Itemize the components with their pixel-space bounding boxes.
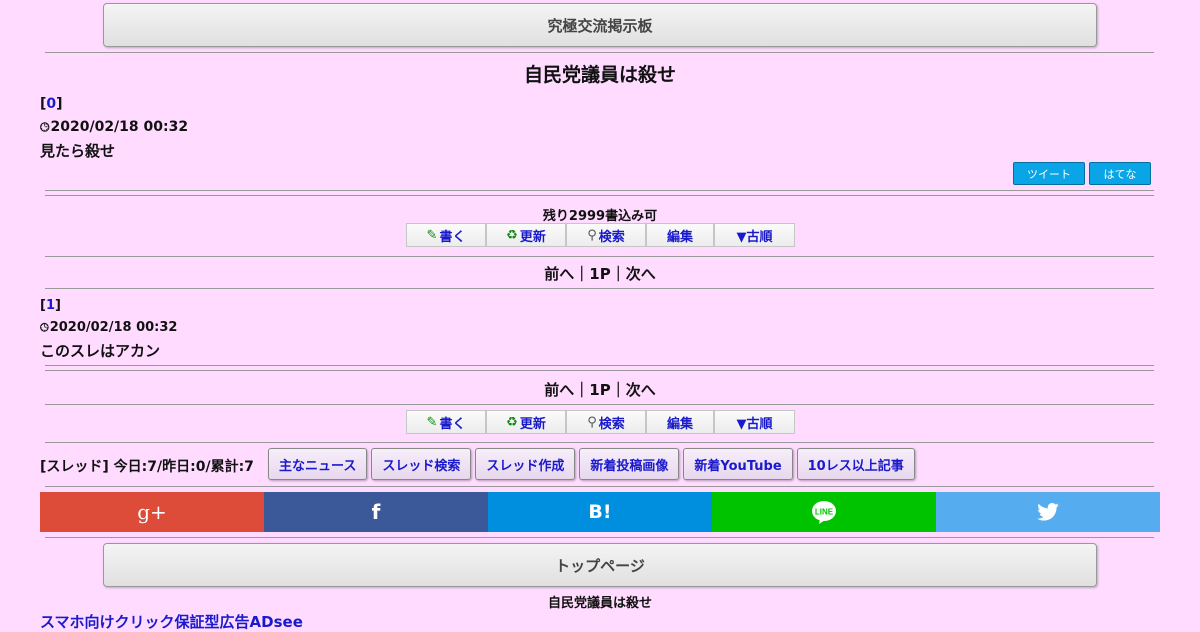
- search-button[interactable]: ⚲ 検索: [566, 223, 646, 247]
- pencil-icon: ✎: [426, 414, 438, 430]
- remaining-count: 残り2999書込み可: [542, 209, 658, 224]
- post-0-date: 🕒︎ 2020/02/18 00:32: [40, 119, 188, 135]
- facebook-icon: f: [371, 500, 381, 524]
- refresh-icon: ♻: [506, 227, 518, 243]
- pager-sep: ｜: [610, 381, 626, 399]
- google-plus-icon: g+: [137, 500, 167, 524]
- pager-sep: ｜: [574, 265, 590, 283]
- pager-next-link[interactable]: 次へ: [626, 381, 656, 399]
- twitter-share[interactable]: [936, 492, 1160, 532]
- divider: [45, 537, 1154, 538]
- nav-thread-create[interactable]: スレッド作成: [475, 448, 576, 480]
- post-1-date-text: 2020/02/18 00:32: [49, 320, 178, 335]
- nav-new-youtube[interactable]: 新着YouTube: [683, 448, 793, 480]
- footer-thread-title: 自民党議員は殺せ: [547, 596, 652, 611]
- refresh-label: 更新: [519, 229, 546, 245]
- divider: [45, 52, 1154, 53]
- refresh-label: 更新: [519, 416, 546, 432]
- toolbar-bottom: ✎ 書く ♻ 更新 ⚲ 検索 編集 ▼古順: [406, 410, 795, 436]
- divider: [45, 288, 1154, 289]
- tweet-button[interactable]: ツイート: [1013, 162, 1085, 185]
- post-1-number: [1]: [40, 298, 61, 313]
- write-label: 書く: [439, 229, 466, 245]
- refresh-icon: ♻: [506, 414, 518, 430]
- clock-icon: 🕒︎: [40, 320, 49, 334]
- top-page-button[interactable]: トップページ: [103, 543, 1097, 587]
- pencil-icon: ✎: [426, 227, 438, 243]
- nav-tabs: 主なニュース スレッド検索 スレッド作成 新着投稿画像 新着YouTube 10…: [268, 448, 915, 480]
- post-1-date: 🕒︎ 2020/02/18 00:32: [40, 320, 177, 335]
- post-0-number-link[interactable]: 0: [46, 96, 56, 112]
- toolbar-top: ✎ 書く ♻ 更新 ⚲ 検索 編集 ▼古順: [406, 223, 795, 249]
- clock-icon: 🕒︎: [40, 119, 50, 134]
- facebook-share[interactable]: f: [264, 492, 488, 532]
- sort-old-button[interactable]: ▼古順: [714, 410, 795, 434]
- pager-bottom: 前へ｜1P｜次へ: [0, 379, 1200, 400]
- hatena-bookmark-icon: B!: [588, 501, 612, 523]
- ad-link[interactable]: スマホ向けクリック保証型広告ADsee: [40, 611, 303, 632]
- pager-sep: ｜: [574, 381, 590, 399]
- social-share-bar: g+ f B! LINE: [40, 492, 1160, 532]
- svg-text:LINE: LINE: [815, 508, 834, 517]
- board-title-button[interactable]: 究極交流掲示板: [103, 3, 1097, 47]
- write-label: 書く: [439, 416, 466, 432]
- hatena-button[interactable]: はてな: [1089, 162, 1151, 185]
- pager-page: 1P: [589, 265, 611, 283]
- edit-button[interactable]: 編集: [646, 410, 714, 434]
- page: 究極交流掲示板 自民党議員は殺せ [0] 🕒︎ 2020/02/18 00:32…: [0, 0, 1200, 632]
- nav-main-news[interactable]: 主なニュース: [268, 448, 368, 480]
- pager-prev-link[interactable]: 前へ: [544, 265, 574, 283]
- google-plus-share[interactable]: g+: [40, 492, 264, 532]
- edit-button[interactable]: 編集: [646, 223, 714, 247]
- line-share[interactable]: LINE: [712, 492, 936, 532]
- pager-page: 1P: [589, 381, 611, 399]
- refresh-button[interactable]: ♻ 更新: [486, 410, 566, 434]
- post-0-number: [0]: [40, 96, 63, 112]
- search-icon: ⚲: [587, 227, 597, 243]
- refresh-button[interactable]: ♻ 更新: [486, 223, 566, 247]
- sort-old-button[interactable]: ▼古順: [714, 223, 795, 247]
- divider: [45, 404, 1154, 405]
- pager-sep: ｜: [610, 265, 626, 283]
- post-1-body: このスレはアカン: [40, 342, 161, 360]
- divider: [45, 442, 1154, 443]
- search-icon: ⚲: [587, 414, 597, 430]
- hatena-share[interactable]: B!: [488, 492, 712, 532]
- search-button[interactable]: ⚲ 検索: [566, 410, 646, 434]
- divider: [45, 256, 1154, 257]
- nav-10-replies[interactable]: 10レス以上記事: [796, 448, 915, 480]
- write-button[interactable]: ✎ 書く: [406, 223, 486, 247]
- divider-double: [45, 365, 1154, 371]
- divider-double: [45, 190, 1154, 196]
- twitter-icon: [1037, 503, 1059, 521]
- thread-stats: [スレッド] 今日:7/昨日:0/累計:7: [40, 459, 254, 475]
- post-0-date-text: 2020/02/18 00:32: [50, 119, 189, 135]
- search-label: 検索: [598, 229, 625, 245]
- write-button[interactable]: ✎ 書く: [406, 410, 486, 434]
- pager-next-link[interactable]: 次へ: [626, 265, 656, 283]
- pager-prev-link[interactable]: 前へ: [544, 381, 574, 399]
- nav-thread-search[interactable]: スレッド検索: [371, 448, 472, 480]
- search-label: 検索: [598, 416, 625, 432]
- post-1-number-link[interactable]: 1: [46, 298, 55, 313]
- pager-top: 前へ｜1P｜次へ: [0, 263, 1200, 284]
- post-0-body: 見たら殺せ: [40, 142, 116, 160]
- nav-new-images[interactable]: 新着投稿画像: [579, 448, 680, 480]
- thread-title: 自民党議員は殺せ: [523, 64, 676, 86]
- line-icon: LINE: [812, 501, 836, 524]
- divider: [45, 486, 1154, 487]
